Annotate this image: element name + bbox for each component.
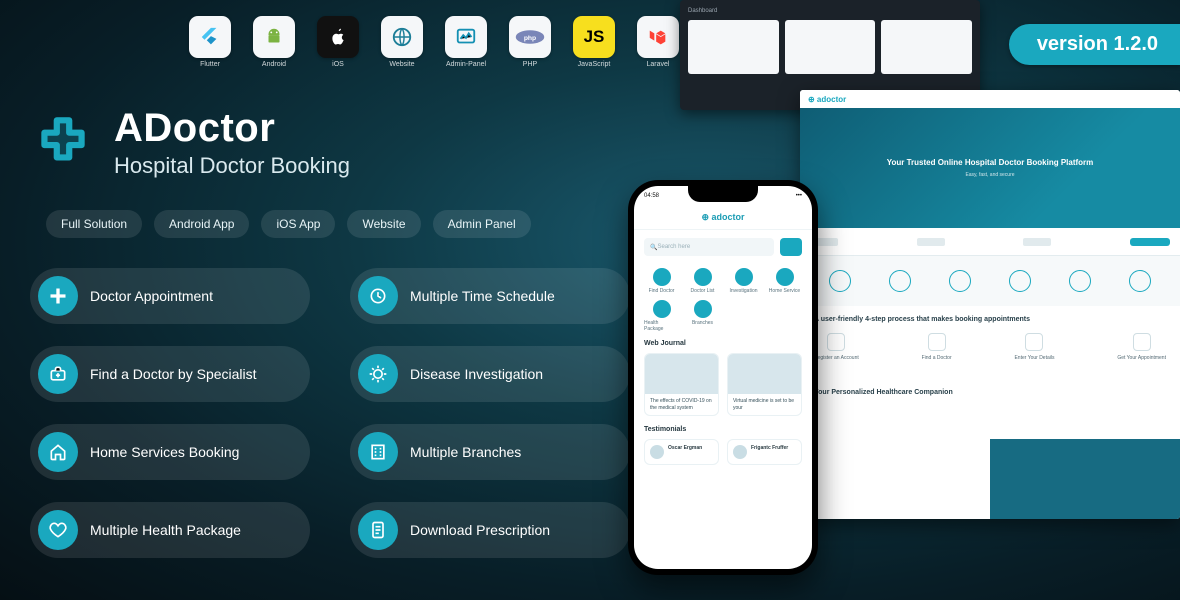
mock-band-title: Your Personalized Healthcare Companion (814, 389, 1166, 396)
virus-icon (358, 354, 398, 394)
clock-icon (358, 276, 398, 316)
mock-hero-title: Your Trusted Online Hospital Doctor Book… (887, 158, 1094, 168)
mock-tab: Branches (692, 320, 713, 326)
mock-journal-item: The effects of COVID-19 on the medical s… (645, 394, 718, 415)
tech-row: Flutter Android iOS Website Admin-Panel … (185, 16, 683, 68)
mock-admin-dashboard: Dashboard (680, 0, 980, 110)
js-icon: JS (573, 16, 615, 58)
dashboard-icon (445, 16, 487, 58)
feature-doctor-appointment: Doctor Appointment (30, 268, 310, 324)
tech-chip-website: Website (377, 16, 427, 68)
tech-label: iOS (332, 61, 344, 68)
feature-label: Doctor Appointment (90, 288, 213, 304)
category-chip: Full Solution (46, 210, 142, 238)
mock-step: Enter Your Details (1014, 355, 1054, 361)
category-chip: iOS App (261, 210, 335, 238)
laravel-icon (637, 16, 679, 58)
mock-step: Get Your Appointment (1117, 355, 1166, 361)
feature-find-doctor-specialist: Find a Doctor by Specialist (30, 346, 310, 402)
feature-download-prescription: Download Prescription (350, 502, 630, 558)
feature-label: Multiple Health Package (90, 522, 241, 538)
feature-home-services: Home Services Booking (30, 424, 310, 480)
feature-label: Multiple Time Schedule (410, 288, 555, 304)
mock-search-button (780, 238, 802, 256)
category-row: Full Solution Android App iOS App Websit… (46, 210, 531, 238)
mock-howit-title: A user-friendly 4-step process that make… (814, 316, 1166, 323)
svg-text:php: php (524, 35, 536, 42)
tech-label: JavaScript (578, 61, 611, 68)
feature-label: Find a Doctor by Specialist (90, 366, 257, 382)
mock-phone-logo: ⊕ adoctor (701, 212, 744, 223)
feature-multiple-branches: Multiple Branches (350, 424, 630, 480)
mock-section-journal: Web Journal (634, 334, 812, 349)
flutter-icon (189, 16, 231, 58)
mock-phone-time: 04:58 (644, 193, 659, 199)
tech-chip-flutter: Flutter (185, 16, 235, 68)
mock-tab: Investigation (729, 288, 757, 294)
mock-journal-item: Virtual medicine is set to be your (728, 394, 801, 415)
tech-label: Admin-Panel (446, 61, 486, 68)
mock-tab: Home Service (769, 288, 800, 294)
home-icon (38, 432, 78, 472)
mock-tab: Find Doctor (649, 288, 675, 294)
tech-label: Android (262, 61, 286, 68)
tech-label: Laravel (647, 61, 670, 68)
android-icon (253, 16, 295, 58)
prescription-icon (358, 510, 398, 550)
feature-disease-investigation: Disease Investigation (350, 346, 630, 402)
globe-icon (381, 16, 423, 58)
mock-testimonial: Oscar Ergman (668, 445, 702, 451)
briefcase-medical-icon (38, 354, 78, 394)
tech-label: Website (389, 61, 414, 68)
brand-title: ADoctor (114, 106, 350, 151)
plus-icon (38, 276, 78, 316)
feature-label: Multiple Branches (410, 444, 521, 460)
feature-label: Download Prescription (410, 522, 550, 538)
tech-label: Flutter (200, 61, 220, 68)
building-icon (358, 432, 398, 472)
brand: ADoctor Hospital Doctor Booking (30, 106, 350, 179)
version-badge: version 1.2.0 (1009, 24, 1180, 65)
feature-label: Disease Investigation (410, 366, 543, 382)
feature-multiple-time-schedule: Multiple Time Schedule (350, 268, 630, 324)
category-chip: Website (347, 210, 420, 238)
apple-icon (317, 16, 359, 58)
feature-grid: Doctor Appointment Multiple Time Schedul… (30, 268, 630, 558)
tech-chip-android: Android (249, 16, 299, 68)
mock-hero-sub: Easy, fast, and secure (965, 172, 1014, 178)
mock-testimonial: Frigantc Fruffer (751, 445, 788, 451)
feature-label: Home Services Booking (90, 444, 239, 460)
category-chip: Admin Panel (433, 210, 531, 238)
feature-health-package: Multiple Health Package (30, 502, 310, 558)
mock-step: Find a Doctor (922, 355, 952, 361)
brand-logo-icon (30, 110, 96, 176)
mock-website: ⊕ adoctor Your Trusted Online Hospital D… (800, 90, 1180, 519)
tech-chip-laravel: Laravel (633, 16, 683, 68)
tech-chip-js: JS JavaScript (569, 16, 619, 68)
tech-chip-admin: Admin-Panel (441, 16, 491, 68)
php-icon: php (509, 16, 551, 58)
heart-icon (38, 510, 78, 550)
tech-label: PHP (523, 61, 537, 68)
tech-chip-ios: iOS (313, 16, 363, 68)
mock-tab: Health Package (644, 320, 679, 332)
mock-step: Register an Account (814, 355, 859, 361)
mock-section-testimonial: Testimonials (634, 420, 812, 435)
mock-tab: Doctor List (691, 288, 715, 294)
mock-search-input: 🔍 Search here (644, 238, 774, 256)
brand-subtitle: Hospital Doctor Booking (114, 153, 350, 179)
category-chip: Android App (154, 210, 249, 238)
tech-chip-php: php PHP (505, 16, 555, 68)
mock-mobile-app: 04:58••• ⊕ adoctor 🔍 Search here Find Do… (628, 180, 818, 575)
